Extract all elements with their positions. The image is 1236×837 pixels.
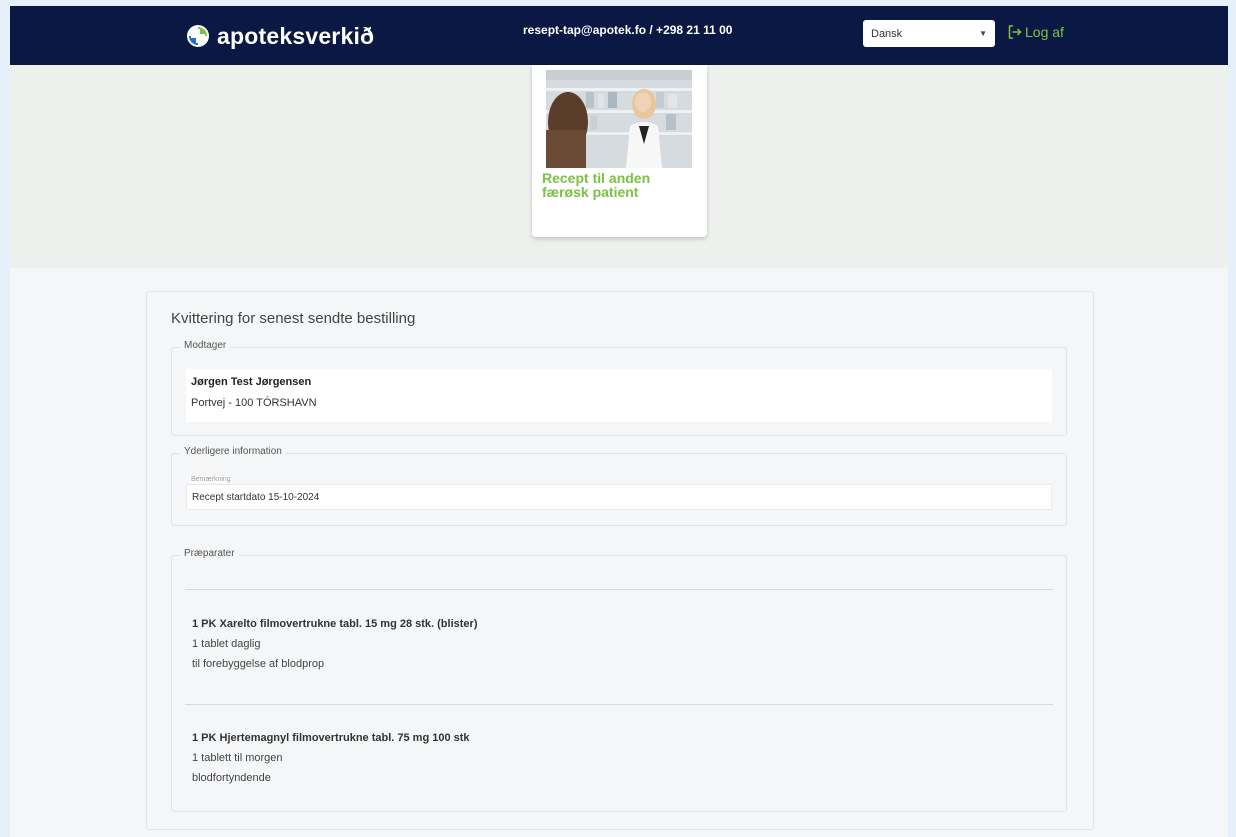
card-title: Recept til anden færøsk patient xyxy=(542,170,651,200)
recipient-legend: Modtager xyxy=(180,340,231,351)
product-name: 1 PK Xarelto filmovertrukne tabl. 15 mg … xyxy=(192,618,478,630)
prescription-card[interactable]: Recept til anden færøsk patient xyxy=(532,65,707,237)
product-name: 1 PK Hjertemagnyl filmovertrukne tabl. 7… xyxy=(192,732,470,744)
remark-label: Bemærkning xyxy=(190,476,232,483)
remark-value: Recept startdato 15-10-2024 xyxy=(192,492,320,503)
brand-name: apoteksverkið xyxy=(217,22,375,49)
logout-label: Log af xyxy=(1025,24,1064,40)
language-selected: Dansk xyxy=(871,27,903,40)
recipient-box: Jørgen Test Jørgensen Portvej - 100 TÓRS… xyxy=(186,369,1052,422)
product-purpose: til forebyggelse af blodprop xyxy=(192,658,325,670)
divider xyxy=(185,589,1053,590)
product-item: 1 PK Hjertemagnyl filmovertrukne tabl. 7… xyxy=(192,732,1032,784)
logout-icon xyxy=(1008,25,1022,39)
pharmacy-photo xyxy=(546,70,692,168)
recipient-name: Jørgen Test Jørgensen xyxy=(191,376,312,388)
product-dosage: 1 tablet daglig xyxy=(192,638,261,650)
brand-logo[interactable]: apoteksverkið xyxy=(187,22,374,50)
caret-down-icon: ▼ xyxy=(979,29,987,38)
receipt-panel: Kvittering for senest sendte bestilling … xyxy=(146,291,1094,830)
contact-info: resept-tap@apotek.fo / +298 21 11 00 xyxy=(523,23,733,37)
receipt-title: Kvittering for senest sendte bestilling xyxy=(171,310,416,327)
page: apoteksverkið resept-tap@apotek.fo / +29… xyxy=(10,6,1228,837)
divider xyxy=(185,704,1053,705)
logout-link[interactable]: Log af xyxy=(1008,24,1064,40)
top-navbar: apoteksverkið resept-tap@apotek.fo / +29… xyxy=(10,6,1228,65)
additional-info-legend: Yderligere information xyxy=(180,446,286,457)
recipient-address: Portvej - 100 TÓRSHAVN xyxy=(191,397,317,409)
remark-field[interactable]: Recept startdato 15-10-2024 xyxy=(186,484,1052,510)
products-legend: Præparater xyxy=(180,548,239,559)
product-purpose: blodfortyndende xyxy=(192,772,271,784)
product-item: 1 PK Xarelto filmovertrukne tabl. 15 mg … xyxy=(192,618,1032,670)
product-dosage: 1 tablett til morgen xyxy=(192,752,283,764)
additional-info-fieldset: Yderligere information Bemærkning Recept… xyxy=(171,446,1067,526)
language-select[interactable]: Dansk ▼ xyxy=(863,20,995,47)
products-fieldset: Præparater 1 PK Xarelto filmovertrukne t… xyxy=(171,548,1067,812)
pharmacy-cross-icon xyxy=(187,25,209,47)
recipient-fieldset: Modtager Jørgen Test Jørgensen Portvej -… xyxy=(171,340,1067,436)
